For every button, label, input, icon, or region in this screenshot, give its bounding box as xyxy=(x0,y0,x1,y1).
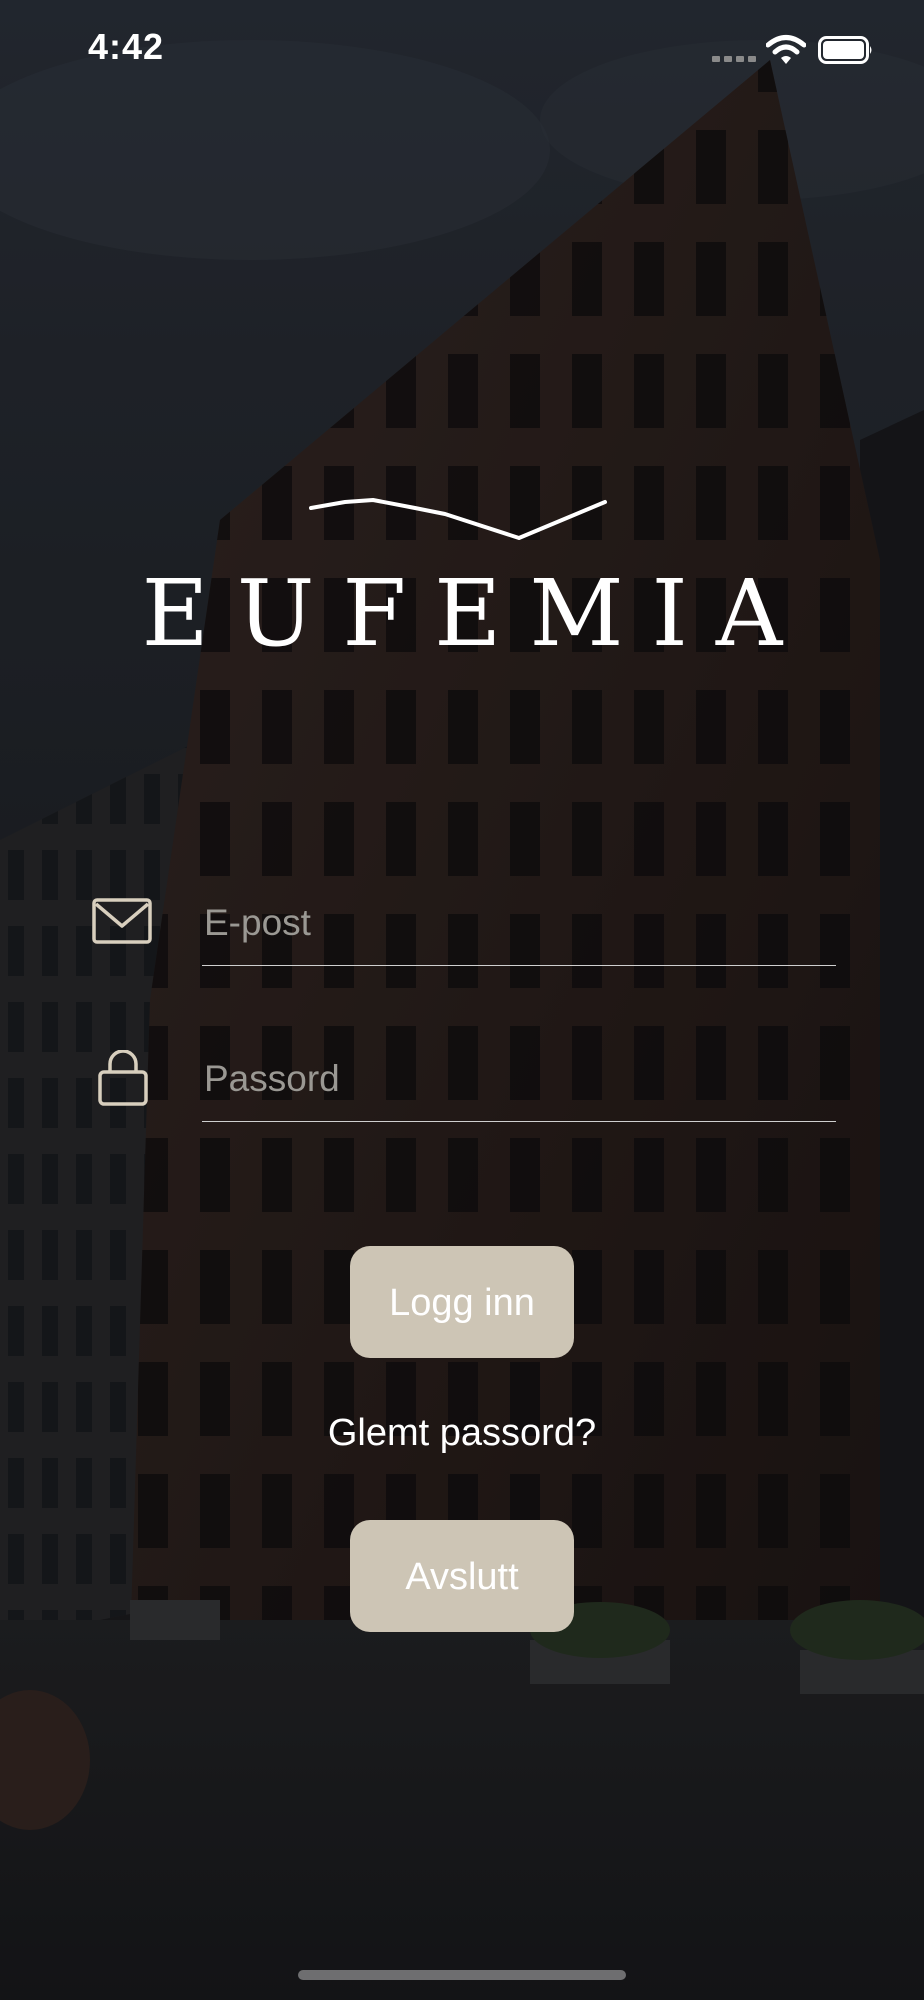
password-input[interactable] xyxy=(202,1036,836,1122)
background-dim-overlay xyxy=(0,0,924,2000)
cellular-signal-icon xyxy=(712,56,756,62)
password-field-row xyxy=(90,1036,846,1122)
wifi-icon xyxy=(766,35,806,64)
login-button[interactable]: Logg inn xyxy=(350,1246,574,1358)
logo-wordmark: EUFEMIA xyxy=(141,560,811,667)
home-indicator[interactable] xyxy=(298,1970,626,1980)
eufemia-logo: EUFEMIA xyxy=(0,470,924,690)
status-time: 4:42 xyxy=(88,26,165,67)
lock-icon xyxy=(98,1050,148,1106)
mountain-line-icon xyxy=(309,498,607,540)
envelope-icon xyxy=(92,898,152,944)
forgot-password-link[interactable]: Glemt passord? xyxy=(0,1412,924,1455)
login-screen: 4:42 EUFEMIA E-post Logg inn Glemt passo… xyxy=(0,0,924,2000)
email-input[interactable] xyxy=(202,880,836,966)
email-field-row xyxy=(90,880,846,966)
battery-full-icon xyxy=(818,36,872,64)
status-bar: 4:42 xyxy=(0,0,924,100)
exit-button[interactable]: Avslutt xyxy=(350,1520,574,1632)
